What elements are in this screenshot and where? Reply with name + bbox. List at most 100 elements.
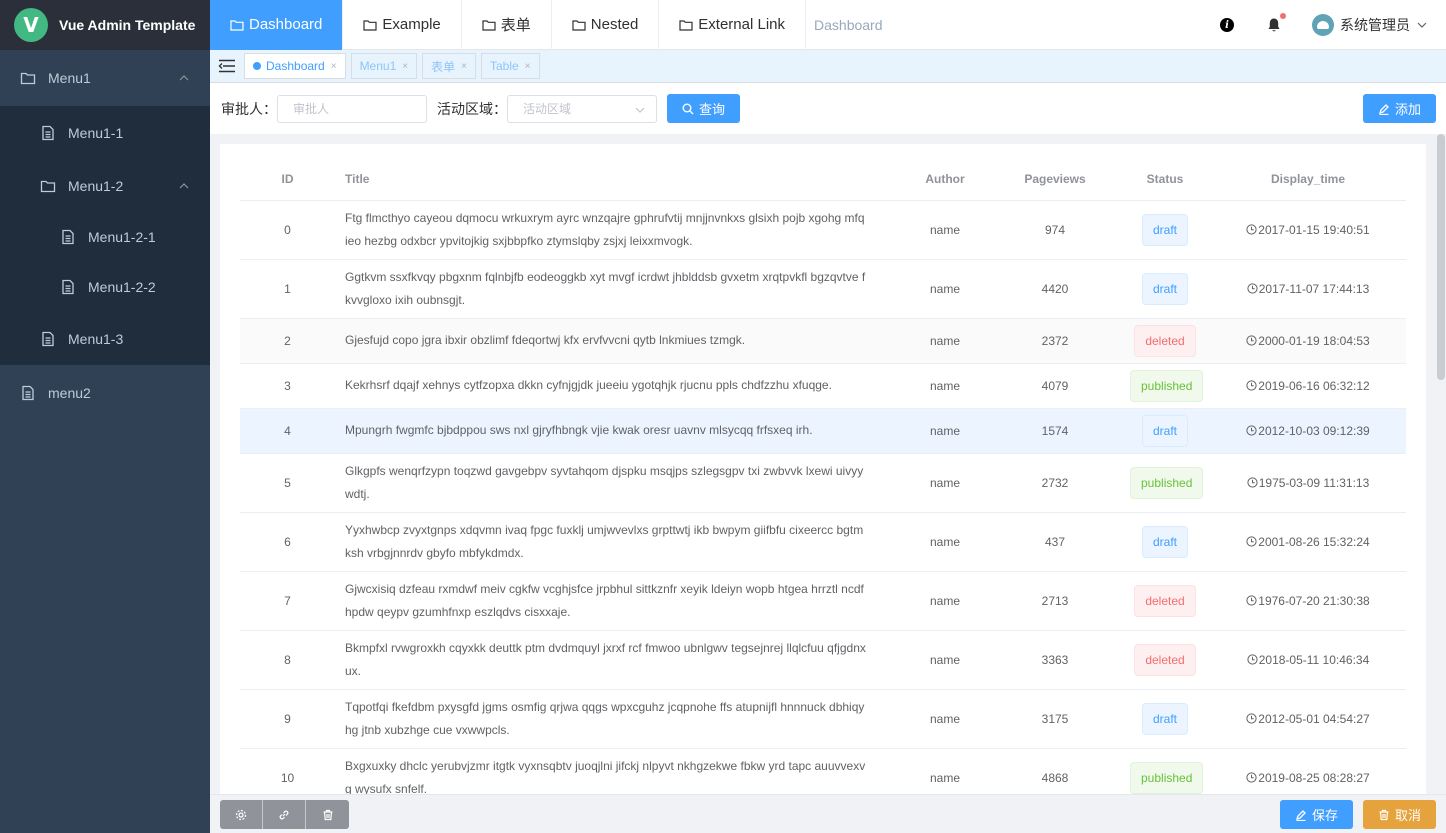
region-placeholder: 活动区域 — [523, 102, 572, 116]
table-row[interactable]: 1 Ggtkvm ssxfkvqy pbgxnm fqlnbjfb eodeogg… — [240, 259, 1406, 319]
approver-input[interactable]: 审批人 — [277, 94, 427, 123]
nav-tab-nested[interactable]: Nested — [552, 0, 660, 50]
sidebar-item-menu1[interactable]: Menu1 — [0, 50, 210, 106]
settings-button[interactable] — [220, 800, 263, 829]
table-row[interactable]: 5 Glkgpfs wenqrfzypn toqzwd gavgebpv syvt… — [240, 453, 1406, 513]
cell-status: draft — [1120, 408, 1210, 454]
cell-pageviews: 2713 — [990, 571, 1120, 631]
close-icon[interactable]: × — [402, 61, 408, 72]
table-row[interactable]: 8 Bkmpfxl rvwgroxkh cqyxkk deuttk ptm dvd… — [240, 630, 1406, 690]
sidebar: V Vue Admin Template Menu1 Menu1-1 Menu1… — [0, 0, 210, 833]
column-header-status[interactable]: Status — [1120, 159, 1210, 201]
tag-table[interactable]: Table × — [480, 53, 540, 79]
display-time-text: 2019-08-25 08:28:27 — [1258, 770, 1370, 785]
hamburger-icon[interactable] — [210, 50, 244, 83]
table-body: 0 Ftg flmcthyo cayeou dqmocu wrkuxrym ayr… — [240, 200, 1406, 794]
document-icon — [60, 229, 76, 245]
cell-pageviews: 2372 — [990, 318, 1120, 364]
column-header-id[interactable]: ID — [240, 159, 335, 201]
sidebar-item-menu1-1[interactable]: Menu1-1 — [0, 106, 210, 159]
table-row[interactable]: 0 Ftg flmcthyo cayeou dqmocu wrkuxrym ayr… — [240, 200, 1406, 260]
cell-author: name — [900, 200, 990, 260]
table-row[interactable]: 6 Yyxhwbcp zvyxtgnps xdqvmn ivaq fpgc fux… — [240, 512, 1406, 572]
table-row[interactable]: 9 Tqpotfqi fkefdbm pxysgfd jgms osmfig qr… — [240, 689, 1406, 749]
cell-title: Tqpotfqi fkefdbm pxysgfd jgms osmfig qrj… — [335, 689, 900, 749]
sidebar-item-menu1-3[interactable]: Menu1-3 — [0, 312, 210, 365]
sidebar-item-menu1-2-2[interactable]: Menu1-2-2 — [0, 262, 210, 312]
status-badge: published — [1130, 466, 1204, 499]
cell-author: name — [900, 630, 990, 690]
vertical-scrollbar[interactable] — [1436, 134, 1446, 794]
delete-button[interactable] — [306, 800, 349, 829]
table-row[interactable]: 2 Gjesfujd copo jgra ibxir obzlimf fdeqor… — [240, 318, 1406, 364]
link-button[interactable] — [263, 800, 306, 829]
status-badge: published — [1130, 761, 1204, 794]
scrollbar-thumb[interactable] — [1437, 134, 1445, 380]
folder-icon — [20, 70, 36, 86]
sidebar-item-menu1-2[interactable]: Menu1-2 — [0, 159, 210, 212]
save-button[interactable]: 保存 — [1280, 800, 1353, 829]
chevron-down-icon[interactable] — [1416, 19, 1428, 31]
avatar[interactable] — [1312, 14, 1334, 36]
nav-tab-form[interactable]: 表单 — [462, 0, 552, 50]
close-icon[interactable]: × — [525, 61, 531, 72]
clock-icon — [1247, 653, 1258, 665]
close-icon[interactable]: × — [331, 61, 337, 72]
add-button[interactable]: 添加 — [1363, 94, 1436, 123]
folder-icon — [40, 178, 56, 194]
cell-status: published — [1120, 748, 1210, 794]
close-icon[interactable]: × — [461, 61, 467, 72]
nav-tab-external-link[interactable]: External Link — [659, 0, 807, 50]
cell-title: Ggtkvm ssxfkvqy pbgxnm fqlnbjfb eodeoggk… — [335, 259, 900, 319]
username[interactable]: 系统管理员 — [1340, 15, 1410, 35]
cell-pageviews: 974 — [990, 200, 1120, 260]
table-row[interactable]: 7 Gjwcxisiq dzfeau rxmdwf meiv cgkfw vcgh… — [240, 571, 1406, 631]
info-icon[interactable]: i — [1220, 18, 1234, 32]
column-header-display-time[interactable]: Display_time — [1210, 159, 1406, 201]
display-time-text: 2001-08-26 15:32:24 — [1258, 534, 1370, 549]
tag-menu1[interactable]: Menu1 × — [350, 53, 418, 79]
cell-pageviews: 1574 — [990, 408, 1120, 454]
clock-icon — [1246, 379, 1257, 391]
column-header-pageviews[interactable]: Pageviews — [990, 159, 1120, 201]
filter-bar: 审批人： 审批人 活动区域： 活动区域 查询 添加 — [210, 83, 1446, 134]
column-header-title[interactable]: Title — [335, 159, 900, 201]
bottom-toolbar: 保存 取消 — [210, 794, 1446, 833]
table-row[interactable]: 3 Kekrhsrf dqajf xehnys cytfzopxa dkkn cy… — [240, 363, 1406, 409]
clock-icon — [1246, 594, 1257, 606]
logo-area[interactable]: V Vue Admin Template — [0, 0, 210, 50]
cell-status: published — [1120, 363, 1210, 409]
sidebar-item-menu1-2-1[interactable]: Menu1-2-1 — [0, 212, 210, 262]
cell-pageviews: 4079 — [990, 363, 1120, 409]
sidebar-item-menu2[interactable]: menu2 — [0, 365, 210, 421]
nav-tab-example[interactable]: Example — [343, 0, 462, 50]
cell-status: draft — [1120, 259, 1210, 319]
status-badge: draft — [1141, 702, 1188, 735]
cancel-button[interactable]: 取消 — [1363, 800, 1436, 829]
region-label: 活动区域： — [437, 100, 507, 117]
bell-icon[interactable] — [1266, 13, 1286, 33]
column-header-author[interactable]: Author — [900, 159, 990, 201]
sidebar-item-label: Menu1 — [48, 70, 91, 86]
cell-display-time: 2017-01-15 19:40:51 — [1210, 200, 1406, 260]
chevron-down-icon — [634, 104, 646, 116]
cell-id: 9 — [240, 689, 335, 749]
tag-dashboard[interactable]: Dashboard × — [244, 53, 346, 79]
folder-icon — [482, 18, 496, 32]
clock-icon — [1246, 771, 1257, 783]
display-time-text: 2017-01-15 19:40:51 — [1258, 222, 1370, 237]
link-icon — [279, 810, 289, 819]
tag-form[interactable]: 表单 × — [422, 53, 476, 79]
table-row[interactable]: 4 Mpungrh fwgmfc bjbdppou sws nxl gjryfhb… — [240, 408, 1406, 454]
status-badge: published — [1130, 369, 1204, 402]
status-badge: draft — [1141, 525, 1188, 558]
region-select[interactable]: 活动区域 — [507, 94, 657, 123]
nav-tab-dashboard[interactable]: Dashboard — [210, 0, 344, 50]
sidebar-item-label: Menu1-1 — [68, 124, 124, 141]
search-button[interactable]: 查询 — [667, 94, 740, 123]
sidebar-item-label: Menu1-3 — [68, 330, 124, 347]
cell-author: name — [900, 318, 990, 364]
table-row[interactable]: 10 Bxgxuxky dhclc yerubvjzmr itgtk vyxnsq… — [240, 748, 1406, 794]
document-icon — [20, 385, 36, 401]
cell-pageviews: 3175 — [990, 689, 1120, 749]
